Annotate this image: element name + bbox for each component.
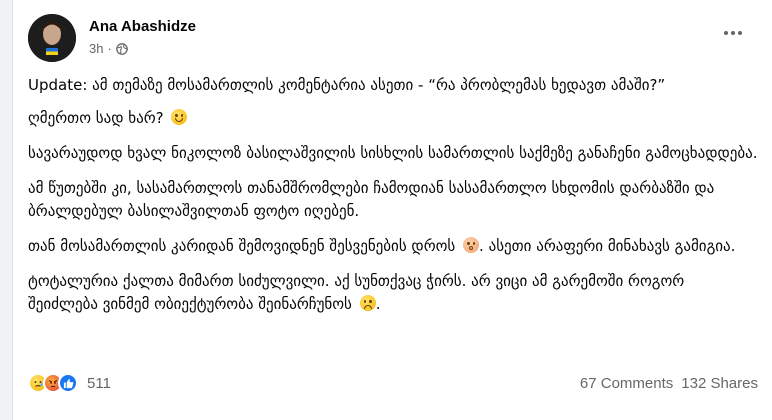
- reaction-count[interactable]: 511: [87, 375, 111, 392]
- smiling-face-with-tear-icon: [171, 109, 188, 125]
- post-meta: 3h ·: [89, 41, 128, 56]
- flushed-face-icon: [463, 237, 480, 253]
- more-options-icon[interactable]: [720, 24, 746, 42]
- shares-count[interactable]: 132 Shares: [681, 375, 758, 392]
- like-reaction-icon: [58, 373, 78, 393]
- post-footer: 511 67 Comments 132 Shares: [28, 371, 758, 399]
- author-name[interactable]: Ana Abashidze: [89, 18, 196, 35]
- reactions-summary[interactable]: 511: [28, 373, 111, 393]
- post-body: Update: ამ თემაზე მოსამართლის კომენტარია…: [28, 74, 758, 328]
- post-paragraph: ღმერთო სად ხარ?: [28, 107, 758, 130]
- author-avatar[interactable]: [28, 14, 76, 62]
- post-time[interactable]: 3h: [89, 41, 103, 56]
- globe-icon: [115, 42, 128, 55]
- comments-count[interactable]: 67 Comments: [580, 375, 673, 392]
- post-card: Ana Abashidze 3h · Update: ამ თემაზე მოს…: [12, 0, 772, 420]
- post-paragraph: Update: ამ თემაზე მოსამართლის კომენტარია…: [28, 76, 666, 94]
- post-paragraph: თან მოსამართლის კარიდან შემოვიდნენ შესვე…: [28, 237, 736, 255]
- disappointed-face-icon: [359, 295, 376, 311]
- post-stats: 67 Comments 132 Shares: [580, 375, 758, 392]
- post-paragraph: ამ წუთებში კი, სასამართლოს თანამშრომლები…: [28, 179, 715, 220]
- post-paragraph: სავარაუდოდ ხვალ ნიკოლოზ ბასილაშვილის სის…: [28, 144, 758, 162]
- post-paragraph: ტოტალურია ქალთა მიმართ სიძულვილი. აქ სუნ…: [28, 272, 685, 313]
- post-header: Ana Abashidze 3h ·: [28, 14, 772, 64]
- avatar-image: [28, 14, 76, 62]
